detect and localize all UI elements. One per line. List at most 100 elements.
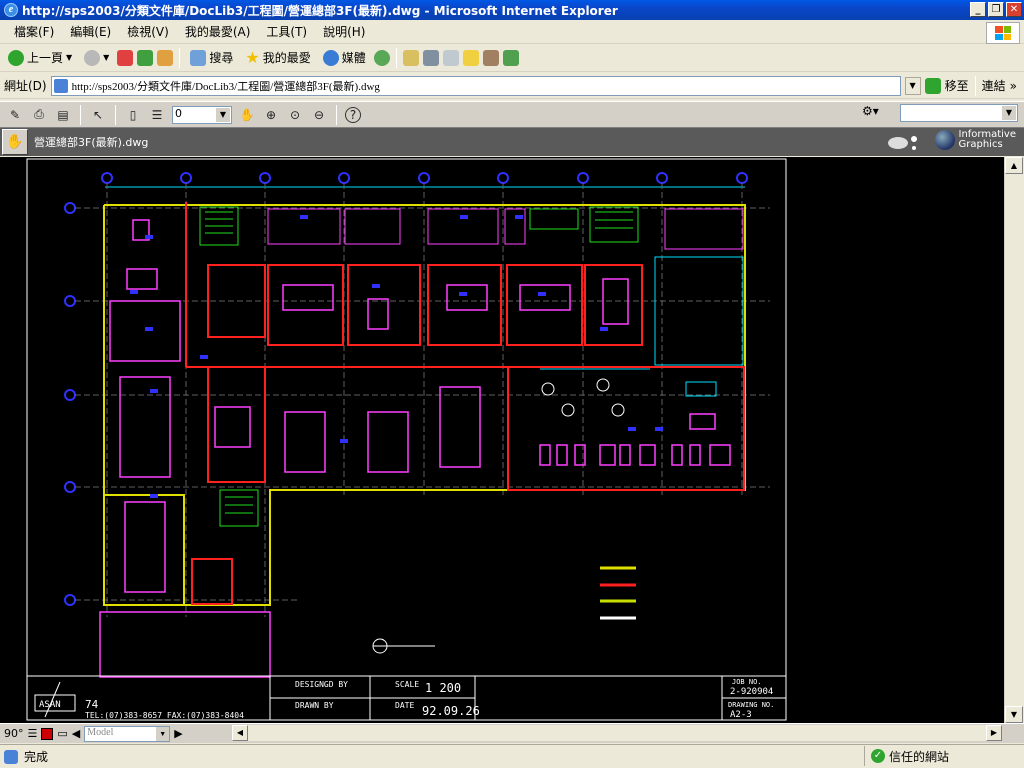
layer-value: 0 bbox=[175, 106, 182, 120]
color-icon[interactable] bbox=[41, 727, 54, 740]
links-label[interactable]: 連結 bbox=[982, 77, 1006, 94]
links-chevron-icon[interactable]: » bbox=[1010, 79, 1017, 93]
pan-hand-icon[interactable]: ✋ bbox=[238, 106, 256, 124]
first-tab-button[interactable]: ◀ bbox=[72, 727, 80, 740]
refresh-icon[interactable] bbox=[137, 49, 154, 66]
scale-value: 1 200 bbox=[425, 681, 461, 695]
rotation-angle[interactable]: 90° bbox=[4, 727, 24, 740]
address-url: http://sps2003/分類文件庫/DocLib3/工程圖/營運總部3F(… bbox=[71, 80, 380, 93]
edit-markup-icon[interactable]: ✎ bbox=[6, 106, 24, 124]
next-tab-button[interactable]: ▶ bbox=[174, 727, 182, 740]
media-button[interactable]: 媒體 bbox=[319, 47, 370, 68]
pan-hand-icon[interactable]: ✋ bbox=[2, 129, 28, 155]
grid-row-bubbles bbox=[64, 202, 76, 606]
zoom-window-icon[interactable]: ⊕ bbox=[262, 106, 280, 124]
chevron-down-icon: ▼ bbox=[66, 53, 73, 62]
monitor-icon[interactable]: ▭ bbox=[57, 727, 67, 740]
page-done-icon bbox=[4, 749, 18, 764]
menu-edit[interactable]: 編輯(E) bbox=[64, 23, 117, 40]
menu-favorites[interactable]: 我的最愛(A) bbox=[179, 23, 257, 40]
menu-help[interactable]: 說明(H) bbox=[317, 23, 371, 40]
company-logo-text: ASAN bbox=[39, 700, 61, 710]
globe-icon bbox=[934, 130, 955, 150]
horizontal-scrollbar[interactable]: ◀ ▶ bbox=[232, 725, 1002, 741]
drawing-canvas[interactable]: ASAN DESIGNGD BY DRAWN BY SCALE 1 200 DA… bbox=[0, 157, 1004, 723]
home-icon[interactable] bbox=[157, 49, 174, 66]
media-label: 媒體 bbox=[341, 51, 366, 65]
edit-icon[interactable] bbox=[442, 49, 459, 66]
search-icon bbox=[190, 49, 207, 66]
search-button[interactable]: 搜尋 bbox=[186, 47, 237, 68]
toolbar-separator bbox=[974, 75, 976, 96]
menu-tools[interactable]: 工具(T) bbox=[260, 23, 313, 40]
print-icon[interactable] bbox=[422, 49, 439, 66]
restore-button[interactable]: ❐ bbox=[988, 2, 1004, 17]
scroll-up-button[interactable]: ▲ bbox=[1005, 157, 1023, 174]
minimize-button[interactable]: _ bbox=[970, 2, 986, 17]
menu-view[interactable]: 檢視(V) bbox=[121, 23, 175, 40]
toolbar-separator bbox=[179, 47, 181, 68]
layer-select[interactable]: 0 ▼ bbox=[172, 105, 232, 124]
address-input[interactable]: http://sps2003/分類文件庫/DocLib3/工程圖/營運總部3F(… bbox=[50, 75, 901, 96]
search-label: 搜尋 bbox=[209, 51, 234, 65]
messenger-icon[interactable] bbox=[502, 49, 519, 66]
address-dropdown-button[interactable]: ▼ bbox=[904, 76, 921, 95]
layout-value: Model bbox=[87, 726, 114, 738]
toolbar-separator bbox=[80, 104, 81, 125]
favorites-button[interactable]: ★ 我的最愛 bbox=[241, 46, 314, 69]
menu-bar: 檔案(F) 編輯(E) 檢視(V) 我的最愛(A) 工具(T) 說明(H) bbox=[0, 20, 1024, 44]
address-bar: 網址(D) http://sps2003/分類文件庫/DocLib3/工程圖/營… bbox=[0, 73, 1024, 99]
scroll-left-button[interactable]: ◀ bbox=[232, 725, 248, 741]
brand-line2: Graphics bbox=[958, 139, 1003, 150]
layers-icon[interactable]: ☰ bbox=[28, 727, 38, 740]
conference-furniture bbox=[99, 219, 629, 678]
layout-select[interactable]: Model ▼ bbox=[84, 725, 171, 742]
grid-column-bubbles bbox=[101, 172, 748, 184]
status-text: 完成 bbox=[24, 750, 49, 764]
go-button[interactable]: 移至 bbox=[945, 77, 969, 94]
close-button[interactable]: ✕ bbox=[1006, 2, 1022, 17]
windows-logo-icon bbox=[986, 22, 1020, 44]
mail-icon[interactable] bbox=[402, 49, 419, 66]
forward-button[interactable]: ▼ bbox=[80, 48, 113, 68]
back-button[interactable]: 上一頁 ▼ bbox=[4, 47, 76, 68]
research-icon[interactable] bbox=[482, 49, 499, 66]
markup-tool-icon[interactable]: ⚙▾ bbox=[862, 104, 879, 118]
window-titlebar: e http://sps2003/分類文件庫/DocLib3/工程圖/營運總部3… bbox=[0, 0, 1024, 20]
media-icon bbox=[322, 49, 339, 66]
save-icon[interactable]: ▤ bbox=[54, 106, 72, 124]
open-office-workstations bbox=[539, 413, 731, 466]
help-icon[interactable]: ? bbox=[345, 106, 361, 123]
zoom-out-icon[interactable]: ⊖ bbox=[310, 106, 328, 124]
favorites-label: 我的最愛 bbox=[262, 51, 311, 65]
layers-icon[interactable]: ☰ bbox=[148, 106, 166, 124]
job-no-label: JOB NO. bbox=[732, 678, 762, 686]
scroll-right-button[interactable]: ▶ bbox=[986, 725, 1002, 741]
viewer-logo-icon bbox=[884, 131, 924, 153]
ie-icon: e bbox=[4, 3, 18, 17]
chevron-down-icon: ▼ bbox=[1002, 106, 1016, 120]
security-zone[interactable]: ✓ 信任的網站 bbox=[864, 746, 1024, 766]
vertical-scrollbar[interactable]: ▲ ▼ bbox=[1004, 157, 1023, 723]
informative-graphics-logo: Informative Graphics bbox=[934, 130, 1016, 150]
window-title: http://sps2003/分類文件庫/DocLib3/工程圖/營運總部3F(… bbox=[22, 3, 618, 18]
drawing-no-value: A2-3 bbox=[730, 710, 752, 720]
stop-icon[interactable] bbox=[117, 49, 134, 66]
legend-swatches bbox=[600, 566, 636, 620]
document-name: 營運總部3F(最新).dwg bbox=[34, 136, 149, 149]
view-select[interactable]: ▼ bbox=[900, 104, 1018, 122]
print-icon[interactable]: ⎙ bbox=[30, 106, 48, 124]
go-arrow-icon[interactable] bbox=[924, 77, 941, 94]
select-arrow-icon[interactable]: ↖ bbox=[89, 106, 107, 124]
history-icon[interactable] bbox=[373, 49, 390, 66]
page-icon[interactable]: ▯ bbox=[124, 106, 142, 124]
zoom-realtime-icon[interactable]: ⊙ bbox=[286, 106, 304, 124]
sheet-border bbox=[26, 158, 787, 721]
scroll-down-button[interactable]: ▼ bbox=[1005, 706, 1023, 723]
grid-lines bbox=[75, 183, 770, 617]
forward-arrow-icon bbox=[84, 49, 101, 66]
date-value: 92.09.26 bbox=[422, 704, 480, 718]
designed-by-label: DESIGNGD BY bbox=[295, 680, 348, 689]
discuss-icon[interactable] bbox=[462, 49, 479, 66]
menu-file[interactable]: 檔案(F) bbox=[8, 23, 60, 40]
